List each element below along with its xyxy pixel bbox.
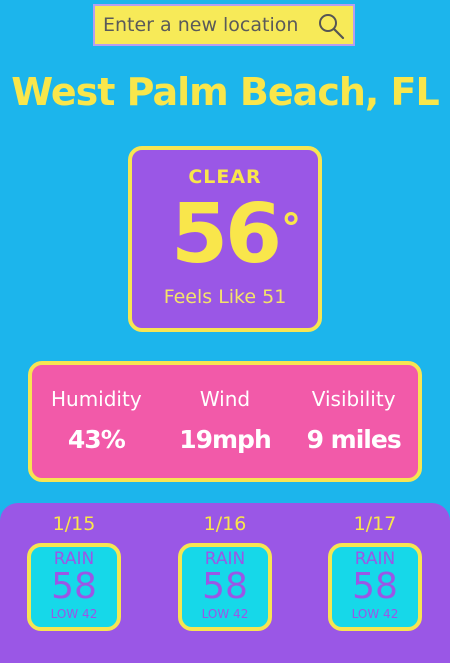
current-condition: CLEAR <box>188 166 262 188</box>
stat-humidity: Humidity 43% <box>36 365 156 478</box>
forecast-date: 1/17 <box>353 513 397 535</box>
stat-wind: Wind 19mph <box>165 365 285 478</box>
forecast-low: LOW 42 <box>351 607 399 621</box>
forecast-date: 1/15 <box>52 513 96 535</box>
forecast-date: 1/16 <box>203 513 247 535</box>
search-input[interactable] <box>103 14 313 36</box>
stats-panel: Humidity 43% Wind 19mph Visibility 9 mil… <box>28 361 422 482</box>
search-icon[interactable] <box>317 12 345 40</box>
stat-value: 19mph <box>179 425 272 454</box>
forecast-card[interactable]: RAIN 58 LOW 42 <box>27 543 121 631</box>
degree-symbol: ° <box>281 206 301 252</box>
stat-label: Wind <box>199 387 251 411</box>
stat-value: 43% <box>67 425 126 454</box>
forecast-low: LOW 42 <box>50 607 98 621</box>
forecast-high: 58 <box>352 566 398 607</box>
location-title: West Palm Beach, FL <box>11 70 439 114</box>
forecast-day: 1/16 RAIN 58 LOW 42 <box>175 503 275 631</box>
forecast-high: 58 <box>51 566 97 607</box>
feels-like: Feels Like 51 <box>163 286 287 308</box>
forecast-card[interactable]: RAIN 58 LOW 42 <box>328 543 422 631</box>
current-weather-card: CLEAR 56 ° Feels Like 51 <box>128 146 322 332</box>
forecast-day: 1/15 RAIN 58 LOW 42 <box>24 503 124 631</box>
forecast-panel: 1/15 RAIN 58 LOW 42 1/16 RAIN 58 LOW 42 … <box>0 503 450 663</box>
forecast-low: LOW 42 <box>201 607 249 621</box>
stat-visibility: Visibility 9 miles <box>294 365 414 478</box>
stat-value: 9 miles <box>306 425 402 454</box>
search-bar[interactable] <box>93 4 355 46</box>
stat-label: Humidity <box>50 387 142 411</box>
forecast-card[interactable]: RAIN 58 LOW 42 <box>178 543 272 631</box>
forecast-day: 1/17 RAIN 58 LOW 42 <box>325 503 425 631</box>
forecast-high: 58 <box>202 566 248 607</box>
current-temperature: 56 ° <box>132 194 318 276</box>
stat-label: Visibility <box>311 387 396 411</box>
current-temperature-value: 56 <box>170 187 282 282</box>
